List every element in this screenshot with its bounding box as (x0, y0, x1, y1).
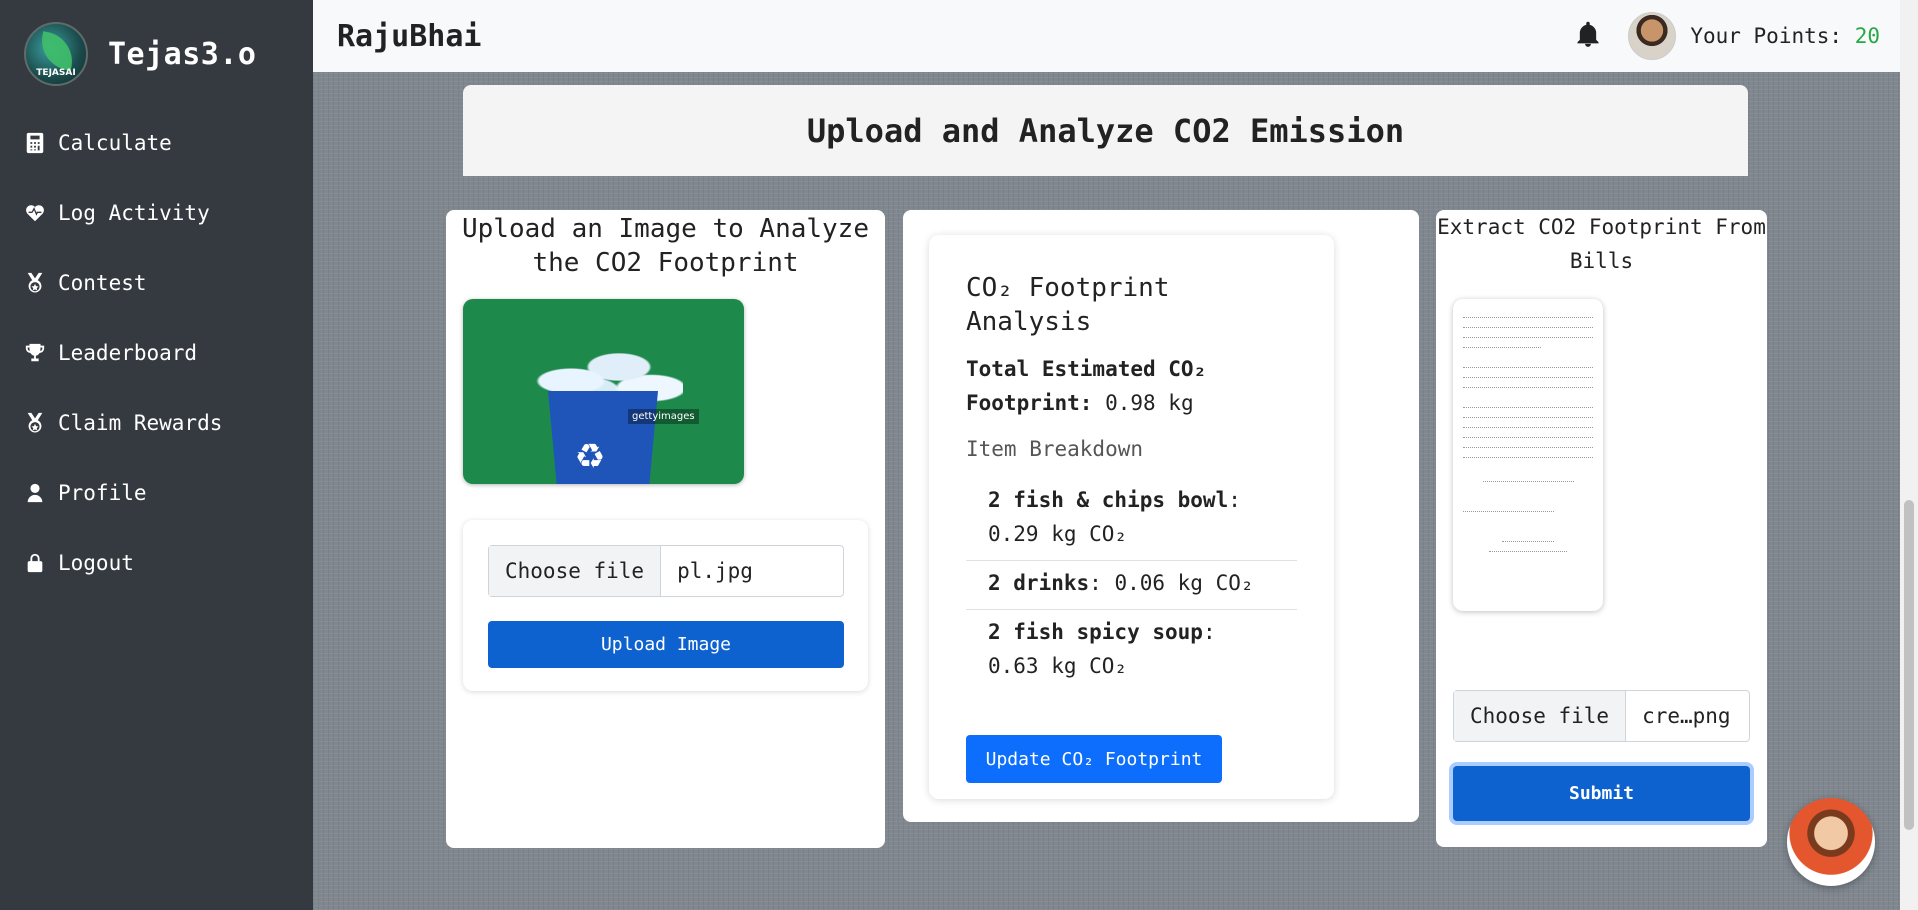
sidebar-item-logout[interactable]: Logout (0, 528, 313, 598)
analysis-card: CO₂ Footprint Analysis Total Estimated C… (903, 210, 1419, 822)
sidebar-item-claim-rewards[interactable]: Claim Rewards (0, 388, 313, 458)
points-value: 20 (1854, 24, 1880, 48)
bill-file-input[interactable]: Choose file cre…png (1453, 690, 1750, 742)
choose-file-button[interactable]: Choose file (489, 546, 662, 596)
sidebar-item-label: Log Activity (58, 201, 210, 225)
upload-form: Choose file pl.jpg Upload Image (463, 520, 868, 691)
image-card-title: Upload an Image to Analyze the CO2 Footp… (462, 214, 869, 278)
breakdown-label: Item Breakdown (966, 437, 1144, 461)
username-title: RajuBhai (337, 18, 482, 54)
user-icon (24, 482, 46, 504)
uploaded-image-preview: ♻ gettyimages (463, 299, 744, 484)
page-title: Upload and Analyze CO2 Emission (806, 111, 1405, 150)
item-name: 2 fish & chips bowl (988, 488, 1229, 512)
sidebar-item-label: Calculate (58, 131, 172, 155)
item-name: 2 fish spicy soup (988, 620, 1203, 644)
image-file-input[interactable]: Choose file pl.jpg (488, 545, 844, 597)
page-header: Upload and Analyze CO2 Emission (463, 85, 1748, 176)
sidebar: TEJASAI Tejas3.o Calculate Log Activity … (0, 0, 313, 910)
scrollbar[interactable] (1900, 0, 1918, 910)
upload-image-button[interactable]: Upload Image (488, 621, 844, 668)
sidebar-item-log-activity[interactable]: Log Activity (0, 178, 313, 248)
sidebar-item-leaderboard[interactable]: Leaderboard (0, 318, 313, 388)
item-name: 2 drinks (988, 571, 1090, 595)
points-label: Your Points: (1690, 24, 1843, 48)
update-footprint-button[interactable]: Update CO₂ Footprint (966, 735, 1222, 783)
medal-icon (24, 272, 46, 294)
sidebar-item-calculate[interactable]: Calculate (0, 108, 313, 178)
main-content: Upload and Analyze CO2 Emission Upload a… (313, 72, 1900, 910)
choose-file-button[interactable]: Choose file (1454, 691, 1627, 741)
sidebar-nav: Calculate Log Activity Contest Leaderboa… (0, 108, 313, 598)
chatbot-avatar-button[interactable] (1787, 798, 1875, 886)
total-footprint: Total Estimated CO₂ Footprint: 0.98 kg (966, 352, 1297, 420)
logo-text: TEJASAI (36, 68, 76, 78)
sidebar-item-label: Profile (58, 481, 147, 505)
file-name: pl.jpg (677, 559, 753, 583)
sidebar-item-label: Logout (58, 551, 134, 575)
submit-button[interactable]: Submit (1453, 766, 1750, 821)
file-name: cre…png (1642, 704, 1731, 728)
sidebar-item-label: Contest (58, 271, 147, 295)
list-item: 2 fish & chips bowl: 0.29 kg CO₂ (966, 478, 1297, 561)
sidebar-item-label: Claim Rewards (58, 411, 223, 435)
bell-icon[interactable] (1574, 20, 1602, 52)
item-value: : 0.06 kg CO₂ (1089, 571, 1254, 595)
points-display: Your Points: 20 (1690, 24, 1880, 48)
brand[interactable]: TEJASAI Tejas3.o (0, 0, 313, 108)
analysis-title: CO₂ Footprint Analysis (966, 273, 1170, 337)
bill-upload-card: Extract CO2 Footprint From Bills Choose … (1436, 210, 1767, 847)
lock-icon (24, 552, 46, 574)
sidebar-item-profile[interactable]: Profile (0, 458, 313, 528)
top-bar: RajuBhai Your Points: 20 (313, 0, 1900, 72)
recycle-icon: ♻ (576, 425, 604, 479)
logo: TEJASAI (24, 22, 88, 86)
avatar[interactable] (1628, 12, 1677, 60)
heartbeat-icon (24, 202, 46, 224)
total-value: 0.98 kg (1105, 391, 1194, 415)
image-upload-card: Upload an Image to Analyze the CO2 Footp… (446, 210, 885, 848)
medal-icon (24, 412, 46, 434)
trophy-icon (24, 342, 46, 364)
list-item: 2 drinks: 0.06 kg CO₂ (966, 561, 1297, 610)
sidebar-item-label: Leaderboard (58, 341, 198, 365)
bill-card-title: Extract CO2 Footprint From Bills (1437, 215, 1766, 273)
brand-name: Tejas3.o (108, 36, 257, 72)
image-watermark: gettyimages (628, 409, 699, 424)
receipt-preview (1453, 299, 1603, 611)
sidebar-item-contest[interactable]: Contest (0, 248, 313, 318)
scrollbar-thumb[interactable] (1904, 500, 1914, 830)
breakdown-list: 2 fish & chips bowl: 0.29 kg CO₂ 2 drink… (966, 478, 1297, 692)
list-item: 2 fish spicy soup: 0.63 kg CO₂ (966, 610, 1297, 692)
analysis-panel: CO₂ Footprint Analysis Total Estimated C… (929, 235, 1334, 799)
calculator-icon (24, 132, 46, 154)
